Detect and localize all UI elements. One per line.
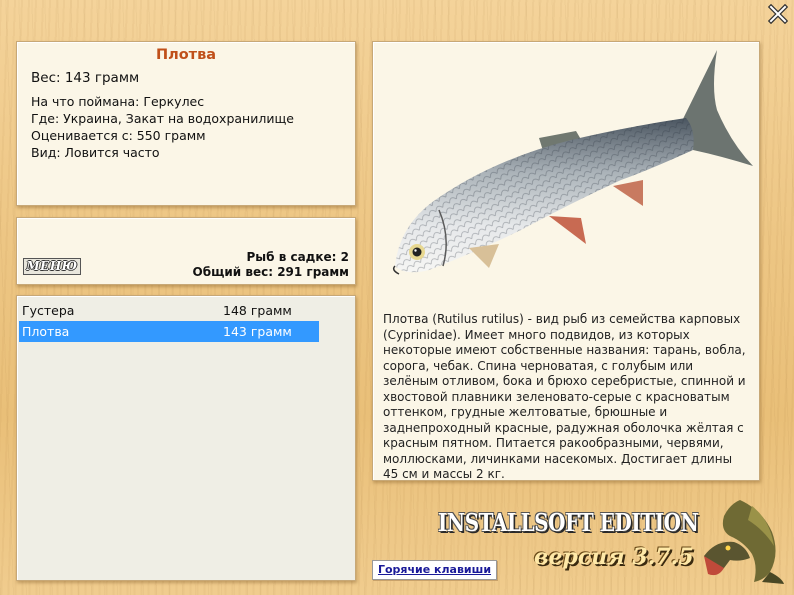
brand-version: версия 3.7.5 — [534, 544, 694, 570]
roach-fish-image — [392, 50, 753, 275]
fish-weight: Вес: 143 грамм — [31, 70, 140, 86]
menu-button[interactable]: МЕНЮ — [23, 258, 81, 275]
brand-title: INSTALLSOFT EDITION — [438, 508, 699, 537]
close-icon[interactable] — [768, 4, 788, 24]
catch-list[interactable]: Густера 148 грамм Плотва 143 грамм — [19, 300, 319, 342]
list-item-weight: 148 грамм — [223, 303, 292, 318]
cage-fish-count: Рыб в садке: 2 — [246, 250, 350, 264]
list-item-name: Густера — [22, 303, 75, 318]
cage-panel: МЕНЮ Рыб в садке: 2 Общий вес: 291 грамм — [16, 217, 356, 285]
pike-logo-icon — [704, 500, 784, 584]
fish-value: Оценивается с: 550 грамм — [31, 128, 206, 143]
fish-title: Плотва — [155, 47, 217, 63]
fish-details: На что поймана: Геркулес Где: Украина, З… — [31, 93, 294, 161]
list-item-name: Плотва — [22, 324, 70, 339]
list-item[interactable]: Густера 148 грамм — [19, 300, 319, 321]
fish-bait: На что поймана: Геркулес — [31, 94, 205, 109]
cage-total-weight: Общий вес: 291 грамм — [192, 265, 349, 279]
list-item-selected[interactable]: Плотва 143 грамм — [19, 321, 319, 342]
hotkeys-button[interactable]: Горячие клавиши — [372, 560, 497, 580]
fish-kind: Вид: Ловится часто — [31, 145, 160, 160]
list-item-weight: 143 грамм — [223, 324, 292, 339]
fish-description-panel: Плотва (Rutilus rutilus) - вид рыб из се… — [372, 41, 760, 481]
fish-location: Где: Украина, Закат на водохранилище — [31, 111, 294, 126]
fish-description-text: Плотва (Rutilus rutilus) - вид рыб из се… — [383, 312, 746, 481]
catch-list-panel[interactable]: Густера 148 грамм Плотва 143 грамм — [16, 295, 356, 581]
fish-info-panel: Плотва Вес: 143 грамм На что поймана: Ге… — [16, 41, 356, 206]
